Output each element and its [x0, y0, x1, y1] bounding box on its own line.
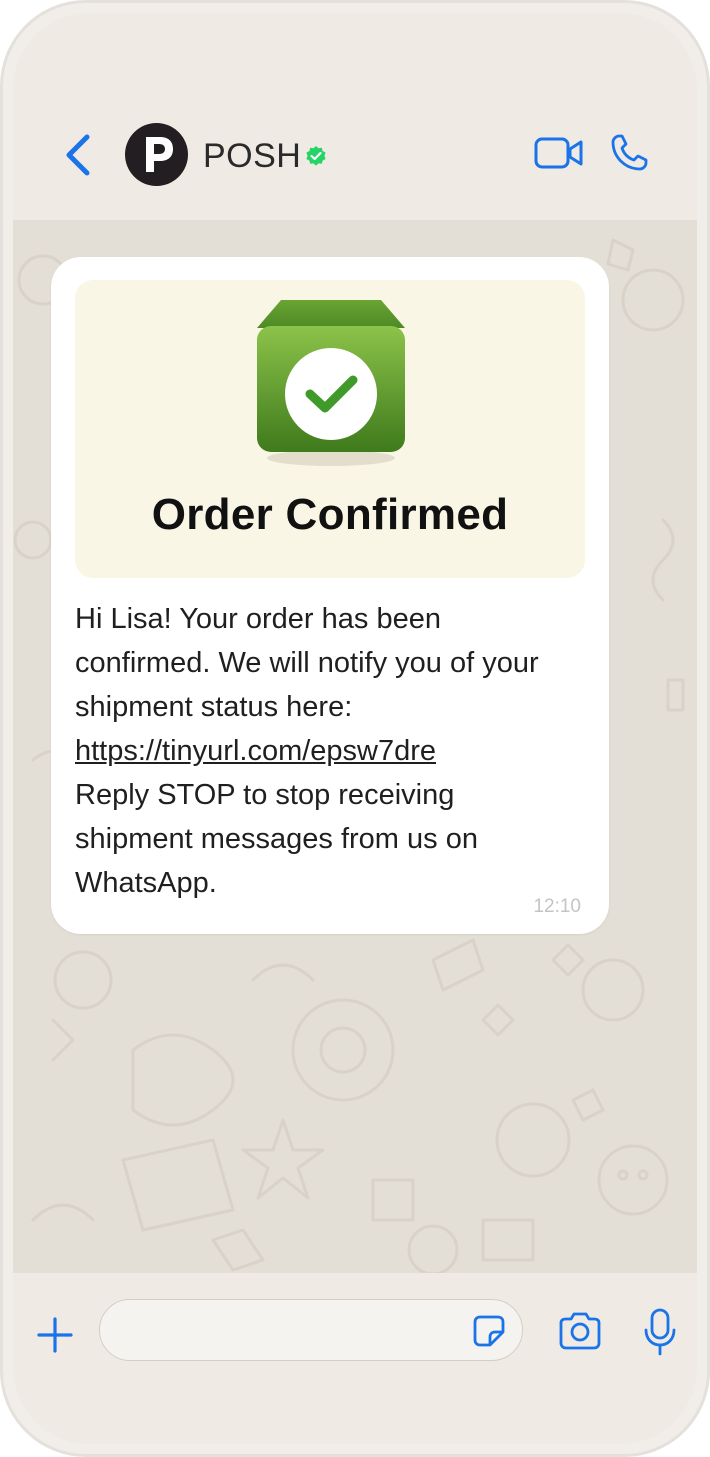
chat-area[interactable]: Order Confirmed Hi Lisa! Your order has … — [13, 220, 697, 1273]
phone-frame: POSH Order Confirmed Hi Lisa! Your order… — [0, 0, 710, 1457]
message-input-field[interactable] — [99, 1299, 523, 1361]
message-text: Hi Lisa! Your order has been confirmed. … — [75, 597, 575, 905]
avatar-logo-icon — [146, 137, 173, 172]
message-bubble[interactable]: Order Confirmed Hi Lisa! Your order has … — [51, 257, 609, 934]
screen: POSH Order Confirmed Hi Lisa! Your order… — [13, 13, 697, 1444]
media-title: Order Confirmed — [151, 490, 509, 539]
verified-badge-icon — [306, 146, 326, 166]
message-link[interactable]: https://tinyurl.com/epsw7dre — [75, 735, 436, 767]
box-check-icon — [257, 300, 405, 466]
message-media-card[interactable]: Order Confirmed — [75, 280, 585, 578]
video-call-icon[interactable] — [533, 135, 585, 171]
sticker-icon[interactable] — [472, 1314, 506, 1348]
message-input[interactable] — [122, 1310, 466, 1352]
message-body: Hi Lisa! Your order has been confirmed. … — [75, 603, 539, 723]
phone-call-icon[interactable] — [609, 133, 649, 173]
input-bar — [13, 1273, 697, 1444]
microphone-icon[interactable] — [643, 1307, 677, 1357]
avatar[interactable] — [125, 123, 188, 186]
contact-name[interactable]: POSH — [203, 137, 301, 176]
plus-icon[interactable] — [35, 1315, 75, 1355]
message-timestamp: 12:10 — [533, 896, 581, 917]
camera-icon[interactable] — [557, 1311, 603, 1351]
chevron-left-icon[interactable] — [61, 131, 97, 179]
chat-header: POSH — [13, 13, 697, 220]
message-footer: Reply STOP to stop receiving shipment me… — [75, 779, 478, 899]
